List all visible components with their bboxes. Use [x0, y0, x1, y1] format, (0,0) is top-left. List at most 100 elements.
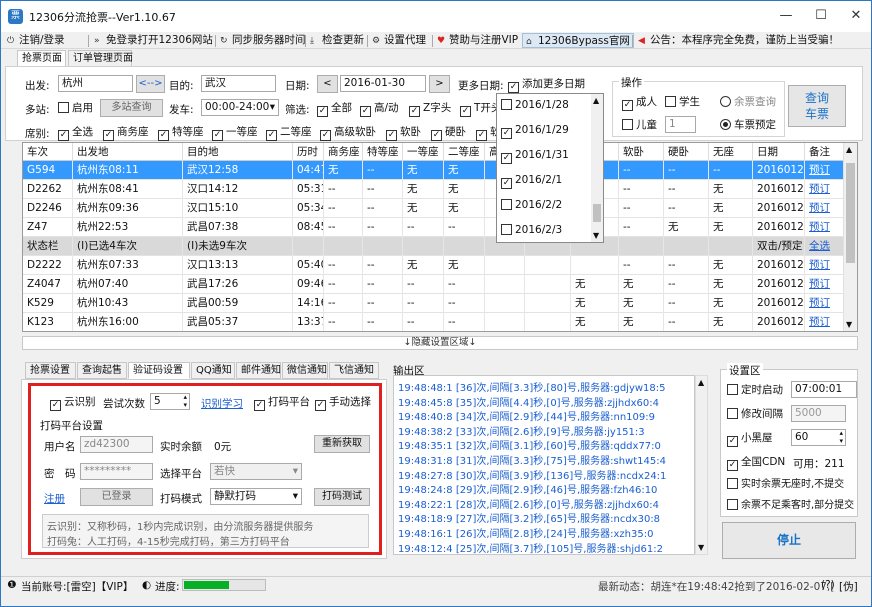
column-header[interactable]: 商务座: [324, 143, 363, 161]
date-checkbox[interactable]: ✓: [501, 178, 512, 189]
next-date-button[interactable]: >: [429, 75, 450, 93]
date-checkbox[interactable]: [501, 199, 512, 210]
status-row[interactable]: 状态栏 (I)已选4车次 (I)未选9车次 双击/预定 全选: [23, 237, 851, 256]
column-header[interactable]: 出发地: [73, 143, 183, 161]
column-header[interactable]: 无座: [709, 143, 753, 161]
tab-qq[interactable]: QQ通知: [191, 362, 235, 379]
date-option[interactable]: ✓ 2016/2/1: [501, 174, 562, 189]
tab-orders[interactable]: 订单管理页面: [68, 50, 133, 67]
table-row[interactable]: D2222杭州东07:33汉口13:1305:40----无无----无2016…: [23, 256, 851, 275]
timed-start-checkbox[interactable]: 定时启动: [727, 384, 783, 397]
table-row[interactable]: Z4047杭州07:40武昌17:2609:46--------无无--无201…: [23, 275, 851, 294]
seat-business-checkbox[interactable]: ✓ 商务座: [103, 126, 149, 141]
child-count-stepper[interactable]: 1: [665, 116, 696, 133]
seat-deluxe-sleeper-checkbox[interactable]: ✓ 高级软卧: [320, 126, 376, 141]
tab-grab-settings[interactable]: 抢票设置: [25, 362, 76, 379]
seat-premium-checkbox[interactable]: ✓ 特等座: [158, 126, 204, 141]
stepper-arrows-icon[interactable]: ▴ ▾: [839, 430, 843, 445]
no-seat-no-submit-checkbox[interactable]: 实时余票无座时,不提交: [727, 478, 844, 491]
blackroom-stepper[interactable]: 60 ▴ ▾: [791, 429, 846, 446]
timed-start-input[interactable]: 07:00:01: [791, 381, 857, 398]
column-header[interactable]: 二等座: [444, 143, 485, 161]
tab-query-sale[interactable]: 查询起售: [77, 362, 127, 379]
from-input[interactable]: 杭州: [58, 75, 133, 92]
dropdown-scrollbar[interactable]: ▲ ▼: [591, 94, 603, 242]
chevron-down-icon: ▾: [269, 101, 275, 113]
column-header[interactable]: 硬卧: [664, 143, 709, 161]
table-row[interactable]: D2262杭州东08:41汉口14:1205:31----无无----无2016…: [23, 180, 851, 199]
enable-multi-checkbox[interactable]: 启用: [58, 102, 93, 115]
cdn-checkbox[interactable]: ✓ 全国CDN: [727, 456, 785, 471]
column-header[interactable]: 历时: [293, 143, 324, 161]
date-checkbox[interactable]: ✓: [501, 128, 512, 139]
tab-wechat[interactable]: 微信通知: [282, 362, 328, 379]
official-site-button[interactable]: ⌂ 12306Bypass官网: [522, 33, 634, 48]
date-checkbox[interactable]: ✓: [501, 153, 512, 164]
column-header[interactable]: 目的地: [183, 143, 293, 161]
add-more-dates-checkbox[interactable]: ✓ 添加更多日期: [508, 78, 585, 93]
sync-time-button[interactable]: ↻ 同步服务器时间: [220, 33, 306, 48]
column-header[interactable]: 车次: [23, 143, 73, 161]
minimize-button[interactable]: —: [769, 1, 803, 32]
query-remaining-radio[interactable]: 余票查询: [720, 96, 776, 109]
open-12306-button[interactable]: » 免登录打开12306网站: [94, 33, 213, 48]
maximize-button[interactable]: ☐: [804, 1, 838, 32]
date-option[interactable]: ✓ 2016/1/31: [501, 149, 569, 164]
scroll-thumb[interactable]: [593, 204, 601, 222]
table-scrollbar[interactable]: ▲ ▼: [843, 143, 857, 331]
partial-submit-checkbox[interactable]: 余票不足乘客时,部分提交: [727, 499, 854, 512]
column-header[interactable]: 软卧: [619, 143, 664, 161]
tab-email[interactable]: 邮件通知: [236, 362, 281, 379]
table-row[interactable]: K123杭州东16:00武昌05:3713:37--------无无--无201…: [23, 313, 851, 331]
filter-all-checkbox[interactable]: ✓ 全部: [317, 102, 352, 117]
scroll-thumb[interactable]: [846, 163, 855, 263]
sponsor-vip-button[interactable]: ♥ 赞助与注册VIP: [437, 33, 518, 48]
filter-high-speed-checkbox[interactable]: ✓ 高/动: [360, 102, 399, 117]
download-icon: ⤓: [310, 36, 314, 46]
to-input[interactable]: 武汉: [201, 75, 276, 92]
date-input[interactable]: 2016-01-30: [340, 75, 426, 92]
blackroom-checkbox[interactable]: ✓ 小黑屋: [727, 432, 773, 447]
child-checkbox[interactable]: 儿童: [622, 119, 657, 132]
tab-captcha[interactable]: 验证码设置: [128, 362, 190, 379]
seat-all-checkbox[interactable]: ✓ 全选: [58, 126, 93, 141]
date-checkbox[interactable]: [501, 224, 512, 235]
modify-interval-checkbox[interactable]: 修改间隔: [727, 408, 783, 421]
date-option[interactable]: 2016/1/28: [501, 99, 569, 113]
date-option[interactable]: 2016/2/2: [501, 199, 562, 213]
depart-time-select[interactable]: 00:00-24:00 ▾: [201, 99, 279, 116]
swap-button[interactable]: <-->: [136, 75, 165, 93]
adult-checkbox[interactable]: ✓ 成人: [622, 96, 657, 111]
date-option[interactable]: 2016/2/3: [501, 224, 562, 238]
column-header[interactable]: 特等座: [363, 143, 403, 161]
table-row[interactable]: Z47杭州22:53武昌07:3808:45----------无无201601…: [23, 218, 851, 237]
table-row[interactable]: K529杭州10:43武昌00:5914:16--------无无--无2016…: [23, 294, 851, 313]
tab-grab-tickets[interactable]: 抢票页面: [17, 50, 66, 67]
seat-hard-sleeper-checkbox[interactable]: ✓ 硬卧: [431, 126, 466, 141]
column-header[interactable]: 一等座: [403, 143, 444, 161]
filter-z-checkbox[interactable]: ✓ Z字头: [409, 102, 451, 117]
logout-button[interactable]: ⏻ 注销/登录: [7, 33, 65, 48]
seat-first-class-checkbox[interactable]: ✓ 一等座: [212, 126, 258, 141]
tab-fetion[interactable]: 飞信通知: [329, 362, 379, 379]
column-header[interactable]: 日期: [753, 143, 805, 161]
predict-radio[interactable]: 车票预定: [720, 119, 776, 132]
table-row[interactable]: G594杭州东08:11武汉12:5804:47无--无无------20160…: [23, 161, 851, 180]
date-checkbox[interactable]: [501, 99, 512, 110]
proxy-settings-button[interactable]: ⚙ 设置代理: [372, 33, 426, 48]
date-option[interactable]: ✓ 2016/1/29: [501, 124, 569, 139]
log-scrollbar[interactable]: ▲ ▼: [695, 375, 708, 555]
prev-date-button[interactable]: <: [317, 75, 338, 93]
seat-second-class-checkbox[interactable]: ✓ 二等座: [266, 126, 312, 141]
table-row[interactable]: D2246杭州东09:36汉口15:1005:34----无无----无2016…: [23, 199, 851, 218]
multi-query-button[interactable]: 多站查询: [100, 99, 163, 117]
hide-settings-bar[interactable]: ↓隐藏设置区域↓: [22, 336, 858, 350]
interval-input[interactable]: 5000: [791, 405, 846, 422]
student-checkbox[interactable]: 学生: [665, 96, 700, 109]
stop-button[interactable]: 停止: [722, 522, 856, 559]
check-update-button[interactable]: ⤓ 检查更新: [310, 33, 364, 48]
more-dates-dropdown[interactable]: 2016/1/28 ✓ 2016/1/29 ✓ 2016/1/31 ✓ 2016/2/1 20…: [496, 93, 604, 243]
query-tickets-button[interactable]: 查询车票: [788, 85, 846, 127]
close-button[interactable]: ✕: [839, 1, 871, 32]
seat-soft-sleeper-checkbox[interactable]: ✓ 软卧: [386, 126, 421, 141]
